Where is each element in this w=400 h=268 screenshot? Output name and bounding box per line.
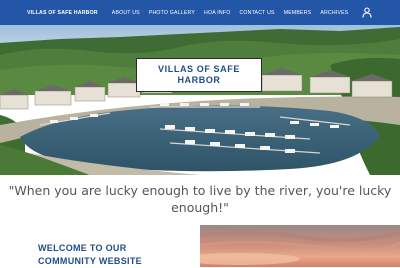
site-brand-link[interactable]: VILLAS OF SAFE HARBOR	[27, 10, 98, 16]
sunset-photo	[200, 225, 400, 267]
marina-aerial-photo	[0, 25, 400, 175]
site-title-box: VILLAS OF SAFE HARBOR	[136, 58, 262, 92]
nav-item-hoa-info[interactable]: HOA INFO	[204, 10, 230, 16]
nav-item-contact-us[interactable]: CONTACT US	[239, 10, 274, 16]
nav-item-about-us[interactable]: ABOUT US	[112, 10, 140, 16]
site-title-line-2: HARBOR	[177, 75, 221, 85]
top-navigation: VILLAS OF SAFE HARBOR ABOUT US PHOTO GAL…	[0, 0, 400, 25]
welcome-line-2: COMMUNITY WEBSITE	[38, 256, 142, 266]
quote-line-1: "When you are lucky enough to live by th…	[8, 183, 392, 198]
sunset-image	[200, 225, 400, 267]
river-quote: "When you are lucky enough to live by th…	[0, 182, 400, 216]
nav-item-members[interactable]: MEMBERS	[284, 10, 312, 16]
quote-line-2: enough!"	[171, 200, 229, 215]
welcome-line-1: WELCOME TO OUR	[38, 243, 127, 253]
nav-item-archives[interactable]: ARCHIVES	[320, 10, 348, 16]
nav-item-photo-gallery[interactable]: PHOTO GALLERY	[149, 10, 195, 16]
hero-banner: VILLAS OF SAFE HARBOR	[0, 25, 400, 175]
welcome-heading: WELCOME TO OUR COMMUNITY WEBSITE	[38, 242, 188, 268]
user-icon[interactable]	[362, 7, 372, 18]
site-title-line-1: VILLAS OF SAFE	[158, 64, 240, 74]
